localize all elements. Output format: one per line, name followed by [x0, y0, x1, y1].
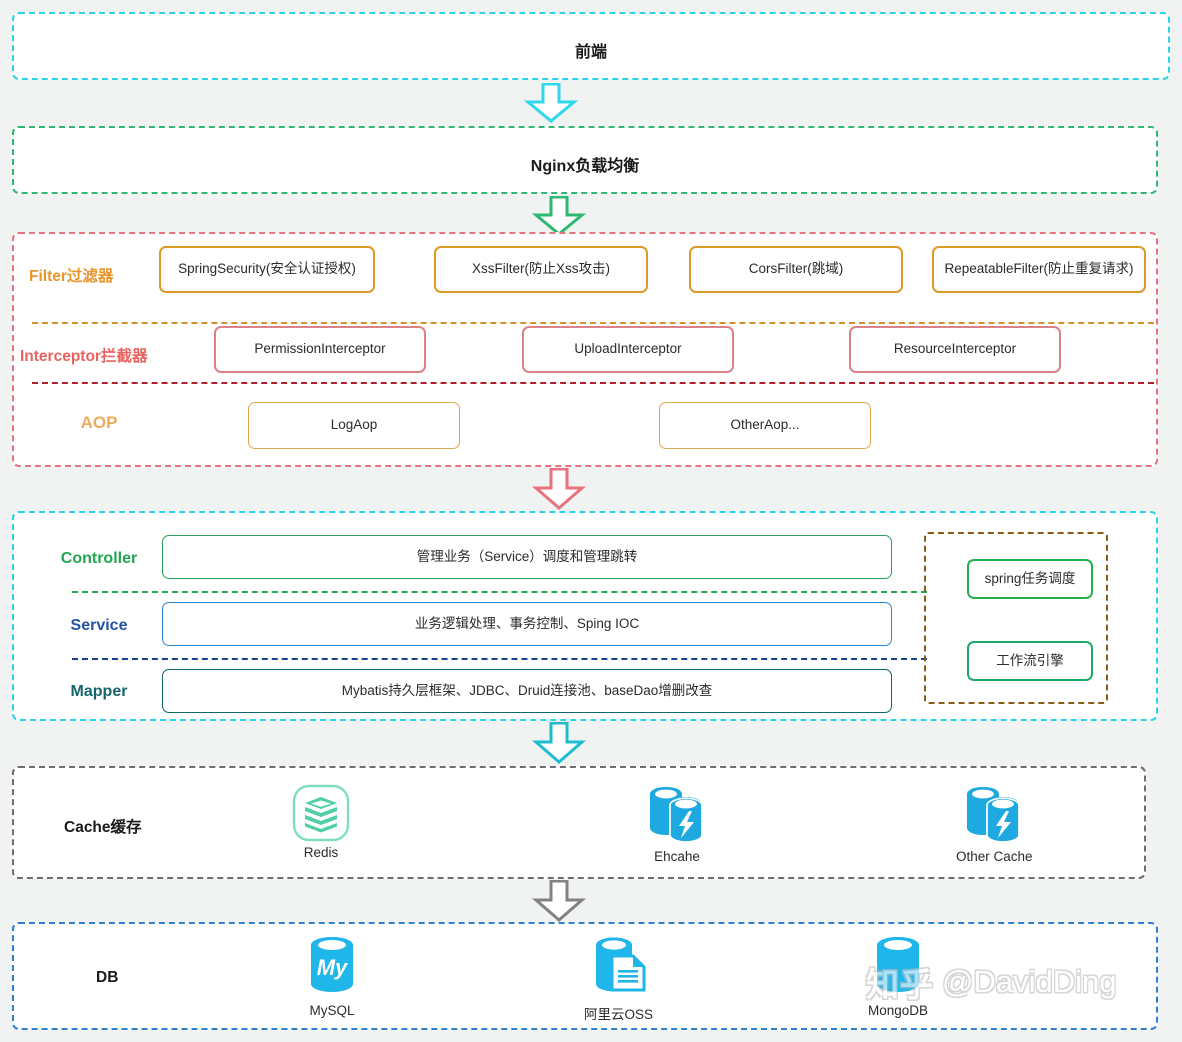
redis-stack-icon	[292, 784, 350, 842]
interceptor-chip-permission[interactable]: PermissionInterceptor	[214, 326, 426, 373]
db-item-label: 阿里云OSS	[584, 1007, 654, 1022]
arrow-mapper-to-cache	[530, 721, 588, 764]
interceptor-chip-upload[interactable]: UploadInterceptor	[522, 326, 734, 373]
svg-text:My: My	[317, 955, 349, 980]
controller-description-box: 管理业务（Service）调度和管理跳转	[162, 535, 892, 579]
arrow-cache-to-db	[530, 879, 588, 922]
cache-item-label: Other Cache	[956, 849, 1033, 864]
aop-chip-otheraop[interactable]: OtherAop...	[659, 402, 871, 449]
arrow-nginx-to-filter	[530, 195, 588, 236]
filter-chip-xssfilter[interactable]: XssFilter(防止Xss攻击)	[434, 246, 648, 293]
scheduling-side-panel: spring任务调度 工作流引擎	[924, 532, 1108, 704]
cache-item-ehcahe[interactable]: Ehcahe	[644, 780, 710, 864]
separator-interceptor-aop	[32, 382, 1154, 384]
controller-row-label: Controller	[60, 550, 138, 567]
frontend-label: 前端	[574, 44, 607, 61]
layer-cache-group: Cache缓存 Redis Ehcahe Other Cache	[12, 766, 1146, 879]
separator-filter-interceptor	[32, 322, 1154, 324]
layer-app-group: Controller 管理业务（Service）调度和管理跳转 Service …	[12, 511, 1158, 721]
service-row-label: Service	[70, 617, 128, 634]
db-item-label: MySQL	[309, 1003, 355, 1018]
side-panel-chip-workflow-engine[interactable]: 工作流引擎	[967, 641, 1093, 681]
arrow-aop-to-controller	[530, 467, 588, 510]
cache-cylinders-bolt-icon	[650, 787, 703, 843]
cache-item-redis[interactable]: Redis	[292, 784, 350, 860]
filter-chip-springsecurity[interactable]: SpringSecurity(安全认证授权)	[159, 246, 375, 293]
layer-filter-group: Filter过滤器 SpringSecurity(安全认证授权) XssFilt…	[12, 232, 1158, 467]
nginx-label: Nginx负载均衡	[530, 158, 640, 175]
mongodb-cylinder-icon	[877, 937, 920, 992]
arrow-frontend-to-nginx	[522, 82, 580, 123]
layer-db-group: DB My MySQL 阿里云OSS MongoDB	[12, 922, 1158, 1030]
aop-chip-logaop[interactable]: LogAop	[248, 402, 460, 449]
cache-group-label: Cache缓存	[64, 819, 142, 836]
cache-item-other-cache[interactable]: Other Cache	[956, 780, 1033, 864]
mapper-description-box: Mybatis持久层框架、JDBC、Druid连接池、baseDao增删改查	[162, 669, 892, 713]
filter-chip-repeatablefilter[interactable]: RepeatableFilter(防止重复请求)	[932, 246, 1146, 293]
interceptor-row-label: Interceptor拦截器	[20, 348, 148, 365]
cache-item-label: Redis	[303, 845, 339, 860]
filter-row-label: Filter过滤器	[29, 268, 114, 285]
db-group-label: DB	[96, 969, 119, 986]
db-item-mongodb[interactable]: MongoDB	[868, 932, 928, 1018]
mapper-row-label: Mapper	[70, 683, 128, 700]
side-panel-chip-spring-task[interactable]: spring任务调度	[967, 559, 1093, 599]
aop-row-label: AOP	[80, 413, 118, 432]
oss-document-cylinder-icon	[595, 937, 645, 992]
db-item-aliyun-oss[interactable]: 阿里云OSS	[584, 932, 653, 1023]
separator-service-mapper	[72, 658, 927, 660]
db-item-label: MongoDB	[868, 1003, 929, 1018]
layer-frontend: 前端	[12, 12, 1170, 80]
interceptor-chip-resource[interactable]: ResourceInterceptor	[849, 326, 1061, 373]
service-description-box: 业务逻辑处理、事务控制、Sping IOC	[162, 602, 892, 646]
filter-chip-corsfilter[interactable]: CorsFilter(跳域)	[689, 246, 903, 293]
db-item-mysql[interactable]: My MySQL	[302, 932, 362, 1018]
separator-controller-service	[72, 591, 927, 593]
layer-nginx: Nginx负载均衡	[12, 126, 1158, 194]
cache-item-label: Ehcahe	[654, 849, 700, 864]
cache-cylinders-bolt-icon	[967, 787, 1021, 843]
architecture-diagram: 前端 Nginx负载均衡 Filter过滤器 SpringSecurity(安全…	[0, 0, 1182, 1042]
mysql-cylinder-icon: My	[311, 937, 353, 992]
